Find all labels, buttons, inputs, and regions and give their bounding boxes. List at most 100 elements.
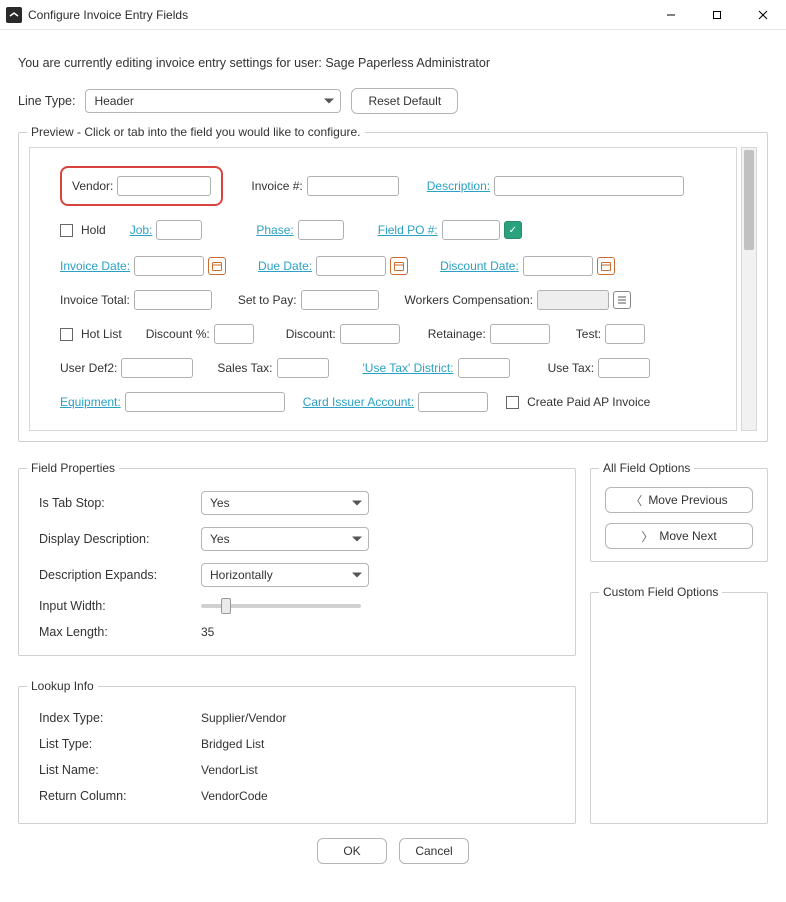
- discount-date-input[interactable]: [523, 256, 593, 276]
- discount-input[interactable]: [340, 324, 400, 344]
- minimize-button[interactable]: [648, 0, 694, 30]
- chevron-down-icon: [352, 501, 362, 506]
- is-tab-stop-label: Is Tab Stop:: [39, 496, 201, 510]
- workers-comp-input[interactable]: [537, 290, 609, 310]
- display-desc-label: Display Description:: [39, 532, 201, 546]
- invoice-date-label: Invoice Date:: [60, 259, 130, 273]
- field-po-input[interactable]: [442, 220, 500, 240]
- vendor-field-selected[interactable]: Vendor:: [60, 166, 223, 206]
- user-def2-input[interactable]: [121, 358, 193, 378]
- invoice-date-input[interactable]: [134, 256, 204, 276]
- reset-default-button[interactable]: Reset Default: [351, 88, 458, 114]
- equipment-label: Equipment:: [60, 395, 121, 409]
- lookup-info-legend: Lookup Info: [27, 679, 98, 693]
- lookup-info-group: Lookup Info Index Type: Supplier/Vendor …: [18, 686, 576, 824]
- use-tax-label: Use Tax:: [548, 361, 594, 375]
- cancel-button[interactable]: Cancel: [399, 838, 469, 864]
- hot-list-label: Hot List: [81, 327, 122, 341]
- all-field-options-group: All Field Options 〈 Move Previous 〉 Move…: [590, 468, 768, 562]
- card-issuer-input[interactable]: [418, 392, 488, 412]
- create-paid-ap-label: Create Paid AP Invoice: [527, 395, 650, 409]
- ok-button[interactable]: OK: [317, 838, 387, 864]
- invoice-num-label: Invoice #:: [251, 179, 302, 193]
- preview-legend: Preview - Click or tab into the field yo…: [27, 125, 365, 139]
- return-column-value: VendorCode: [201, 789, 559, 803]
- hot-list-checkbox[interactable]: [60, 328, 73, 341]
- test-label: Test:: [576, 327, 601, 341]
- max-length-value: 35: [201, 625, 559, 639]
- use-tax-input[interactable]: [598, 358, 650, 378]
- line-type-label: Line Type:: [18, 94, 75, 108]
- return-column-label: Return Column:: [39, 789, 201, 803]
- preview-scrollbar[interactable]: [741, 147, 757, 431]
- job-input[interactable]: [156, 220, 202, 240]
- desc-expands-value: Horizontally: [210, 568, 273, 582]
- use-tax-district-input[interactable]: [458, 358, 510, 378]
- use-tax-district-label: 'Use Tax' District:: [363, 361, 454, 375]
- chevron-down-icon: [324, 99, 334, 104]
- chevron-right-icon: 〉: [641, 528, 653, 545]
- hold-label: Hold: [81, 223, 106, 237]
- retainage-input[interactable]: [490, 324, 550, 344]
- cancel-label: Cancel: [415, 844, 452, 858]
- calendar-icon[interactable]: [597, 257, 615, 275]
- create-paid-ap-checkbox[interactable]: [506, 396, 519, 409]
- due-date-input[interactable]: [316, 256, 386, 276]
- chevron-left-icon: 〈: [630, 492, 642, 509]
- discount-label: Discount:: [286, 327, 336, 341]
- calendar-icon[interactable]: [390, 257, 408, 275]
- move-next-label: Move Next: [659, 529, 716, 543]
- maximize-button[interactable]: [694, 0, 740, 30]
- list-icon[interactable]: [613, 291, 631, 309]
- sales-tax-input[interactable]: [277, 358, 329, 378]
- phase-label: Phase:: [256, 223, 293, 237]
- sales-tax-label: Sales Tax:: [217, 361, 272, 375]
- desc-expands-select[interactable]: Horizontally: [201, 563, 369, 587]
- window-title: Configure Invoice Entry Fields: [28, 8, 188, 22]
- list-name-label: List Name:: [39, 763, 201, 777]
- input-width-slider[interactable]: [201, 604, 559, 608]
- job-label: Job:: [130, 223, 153, 237]
- reset-default-label: Reset Default: [368, 94, 441, 108]
- list-type-value: Bridged List: [201, 737, 559, 751]
- input-width-label: Input Width:: [39, 599, 201, 613]
- phase-input[interactable]: [298, 220, 344, 240]
- set-to-pay-input[interactable]: [301, 290, 379, 310]
- display-desc-select[interactable]: Yes: [201, 527, 369, 551]
- test-input[interactable]: [605, 324, 645, 344]
- custom-field-options-legend: Custom Field Options: [599, 585, 722, 599]
- discount-pct-label: Discount %:: [146, 327, 210, 341]
- index-type-value: Supplier/Vendor: [201, 711, 559, 725]
- close-button[interactable]: [740, 0, 786, 30]
- invoice-total-input[interactable]: [134, 290, 212, 310]
- index-type-label: Index Type:: [39, 711, 201, 725]
- line-type-combo[interactable]: Header: [85, 89, 341, 113]
- preview-pane[interactable]: Vendor: Invoice #: Description:: [29, 147, 737, 431]
- due-date-label: Due Date:: [258, 259, 312, 273]
- vendor-input[interactable]: [117, 176, 211, 196]
- slider-thumb[interactable]: [221, 598, 231, 614]
- calendar-icon[interactable]: [208, 257, 226, 275]
- description-label: Description:: [427, 179, 490, 193]
- card-issuer-label: Card Issuer Account:: [303, 395, 414, 409]
- chevron-down-icon: [352, 573, 362, 578]
- hold-checkbox[interactable]: [60, 224, 73, 237]
- app-icon: [6, 7, 22, 23]
- scrollbar-thumb[interactable]: [744, 150, 754, 250]
- field-properties-legend: Field Properties: [27, 461, 119, 475]
- custom-field-options-group: Custom Field Options: [590, 592, 768, 824]
- move-next-button[interactable]: 〉 Move Next: [605, 523, 753, 549]
- list-name-value: VendorList: [201, 763, 559, 777]
- discount-date-label: Discount Date:: [440, 259, 519, 273]
- equipment-input[interactable]: [125, 392, 285, 412]
- discount-pct-input[interactable]: [214, 324, 254, 344]
- invoice-num-input[interactable]: [307, 176, 399, 196]
- move-previous-button[interactable]: 〈 Move Previous: [605, 487, 753, 513]
- desc-expands-label: Description Expands:: [39, 568, 201, 582]
- vendor-label: Vendor:: [72, 179, 113, 193]
- check-icon[interactable]: ✓: [504, 221, 522, 239]
- description-input[interactable]: [494, 176, 684, 196]
- is-tab-stop-select[interactable]: Yes: [201, 491, 369, 515]
- max-length-label: Max Length:: [39, 625, 201, 639]
- retainage-label: Retainage:: [428, 327, 486, 341]
